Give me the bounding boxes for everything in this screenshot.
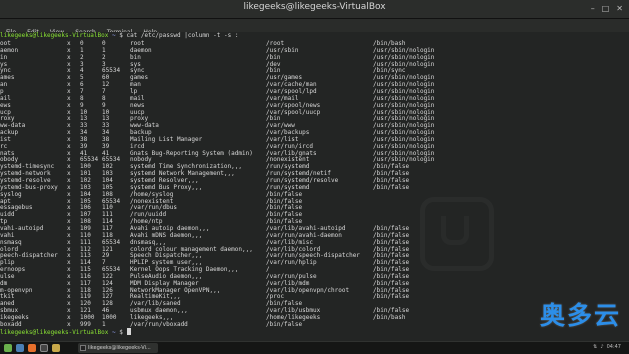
volume-icon[interactable]: ♪ [600,344,603,350]
clock[interactable]: 04:47 [607,344,621,350]
window-title: likegeeks@likegeeks-VirtualBox [243,2,386,12]
home-cell: /bin/false [266,320,303,328]
window-titlebar[interactable]: likegeeks@likegeeks-VirtualBox – □ ✕ [0,0,629,19]
terminal-icon[interactable] [40,344,48,352]
prompt-command: $ cat /etc/passwd |column -t -s : [115,32,239,39]
desktop-icon[interactable] [16,344,24,352]
brand-watermark: 奥多云 [539,301,621,330]
taskbar: likegeeks@likegeeks-Vi... ⇅ ♪ 04:47 [0,341,629,354]
prompt-user: likegeeks@likegeeks-VirtualBox [0,32,109,39]
prompt-symbol: $ [115,328,127,336]
network-icon[interactable]: ⇅ [593,344,597,350]
text-cursor [127,327,132,335]
menu-bar: File Edit View Search Terminal Help [0,19,629,36]
system-tray: ⇅ ♪ 04:47 [593,344,621,350]
taskbar-terminal-task[interactable]: likegeeks@likegeeks-Vi... [78,343,158,353]
prompt-user: likegeeks@likegeeks-VirtualBox [0,328,109,336]
menu-icon[interactable] [4,344,12,352]
minimize-icon[interactable]: – [591,4,595,14]
shell-prompt: likegeeks@likegeeks-VirtualBox ~ $ [0,327,132,336]
comment-cell: /var/run/vboxadd [130,320,188,328]
close-icon[interactable]: ✕ [616,4,623,14]
shell-prompt: likegeeks@likegeeks-VirtualBox ~ $ cat /… [0,32,238,40]
terminal-output[interactable]: likegeeks@likegeeks-VirtualBox ~ $ cat /… [0,32,629,341]
files-icon[interactable] [52,344,60,352]
firefox-icon[interactable] [28,344,36,352]
maximize-icon[interactable]: □ [602,4,610,14]
window-controls: – □ ✕ [591,4,623,14]
